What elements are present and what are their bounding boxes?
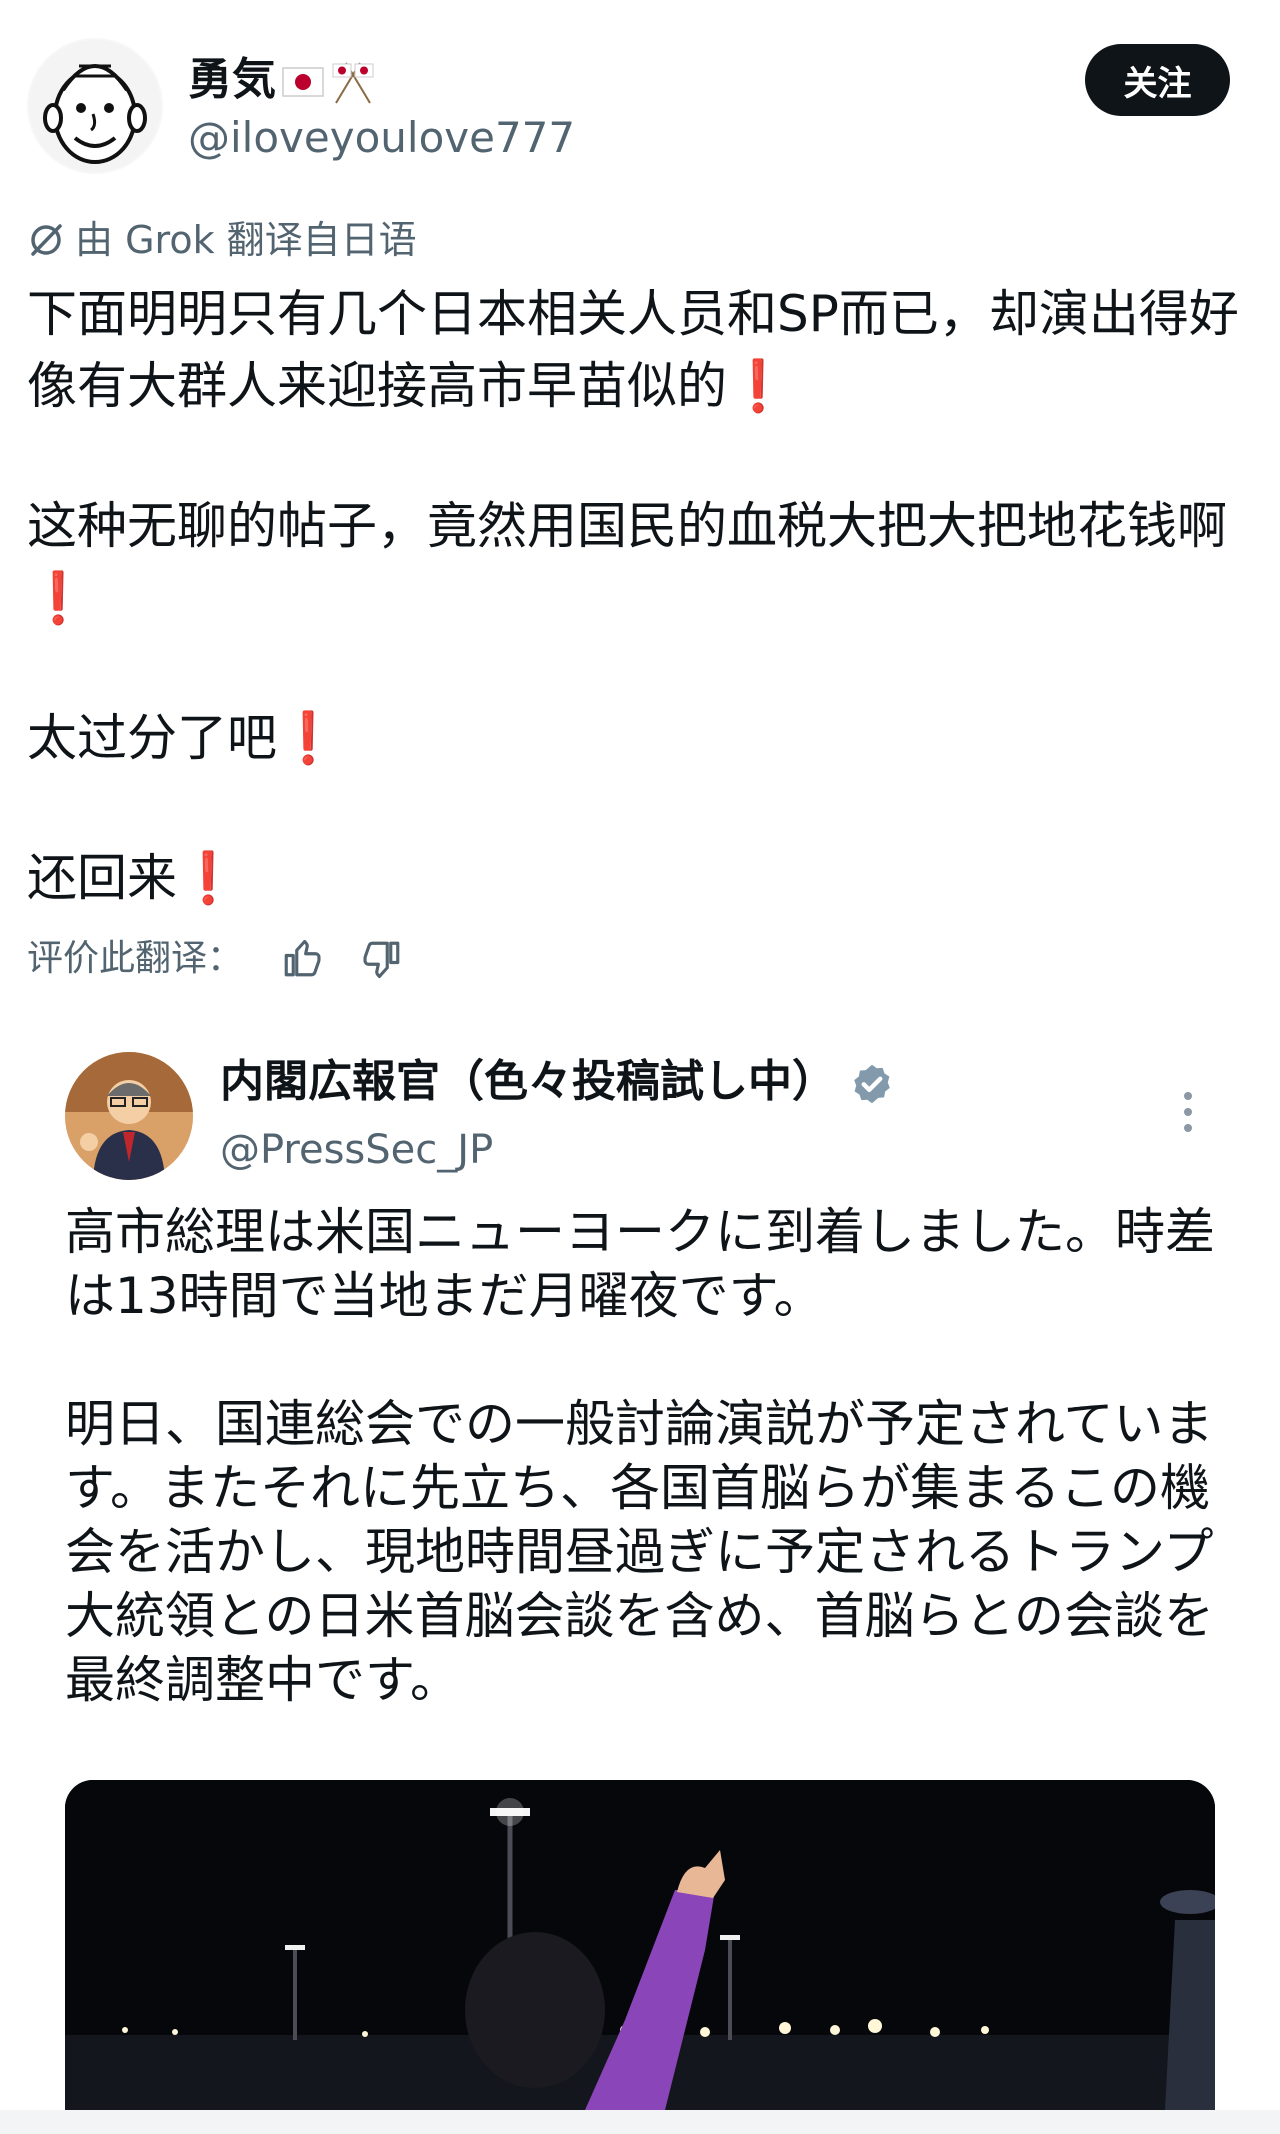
verified-badge-icon [854,1064,890,1104]
quoted-user-handle[interactable]: @PressSec_JP [220,1122,493,1178]
user-avatar[interactable] [27,38,163,174]
exclamation-icon: ❗ [27,569,90,627]
display-name[interactable]: 勇気 [188,50,376,110]
follow-button[interactable]: 关注 [1085,44,1230,116]
tweet-paragraph: 太过分了吧❗ [27,709,340,767]
tweet-photo[interactable] [65,1780,1215,2110]
more-options-icon[interactable] [1180,1090,1196,1138]
bottom-reply-bar [0,2110,1280,2134]
quoted-display-name-text: 内閣広報官（色々投稿試し中） [220,1056,836,1107]
exclamation-icon: ❗ [727,357,790,415]
crossed-flags-icon [332,62,374,104]
tweet-paragraph: 下面明明只有几个日本相关人员和SP而已，却演出得好像有大群人来迎接高市早苗似的❗ [27,285,1239,415]
thumbs-down-icon[interactable] [361,938,403,980]
display-name-text: 勇気 [188,54,276,105]
rate-translation-label: 评价此翻译： [27,938,244,979]
rate-translation: 评价此翻译： [27,934,403,984]
cartoon-face-icon [29,40,161,172]
quoted-paragraph: 明日、国連総会での一般討論演説が予定されています。またそれに先立ち、各国首脳らが… [65,1395,1214,1709]
translation-label: 由 Grok 翻译自日语 [75,218,417,262]
official-portrait-icon [65,1052,193,1180]
grok-icon [31,224,62,256]
quoted-paragraph: 高市総理は米国ニューヨークに到着しました。時差は13時間で当地まだ月曜夜です。 [65,1203,1215,1325]
quoted-user-avatar[interactable] [65,1052,193,1180]
night-airport-photo-icon [65,1780,1215,2110]
tweet-paragraph: 这种无聊的帖子，竟然用国民的血税大把大把地花钱啊❗ [27,497,1227,627]
tweet-paragraph: 还回来❗ [27,849,240,907]
thumbs-up-icon[interactable] [281,938,323,980]
quoted-display-name[interactable]: 内閣広報官（色々投稿試し中） [220,1052,894,1112]
user-handle[interactable]: @iloveyoulove777 [188,110,575,166]
japan-flag-icon [282,67,324,97]
quoted-tweet-text: 高市総理は米国ニューヨークに到着しました。時差は13時間で当地まだ月曜夜です。 … [65,1200,1215,1712]
translation-notice: 由 Grok 翻译自日语 [27,214,417,266]
exclamation-icon: ❗ [177,849,240,907]
tweet-text: 下面明明只有几个日本相关人员和SP而已，却演出得好像有大群人来迎接高市早苗似的❗… [27,278,1257,914]
exclamation-icon: ❗ [277,709,340,767]
